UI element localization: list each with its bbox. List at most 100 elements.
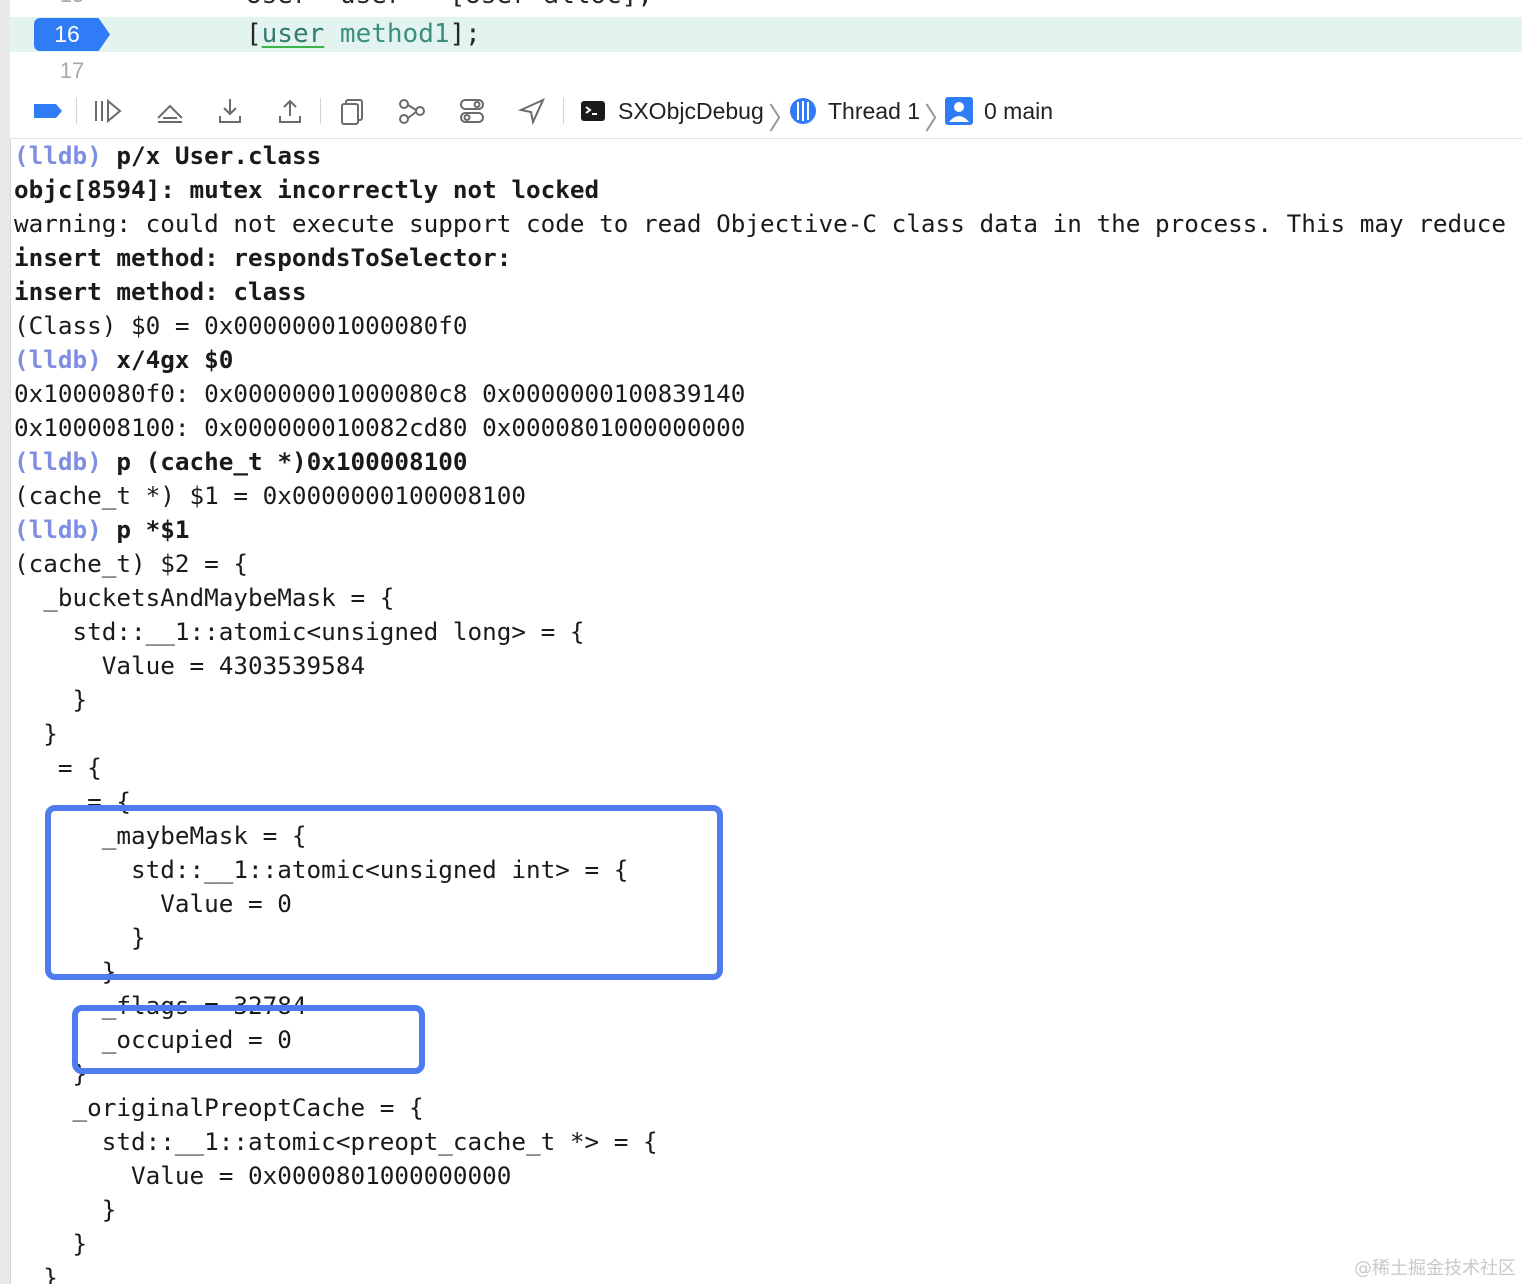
terminal-icon: [581, 101, 605, 121]
code-line-17: 17: [10, 54, 1522, 88]
code-open-bracket: [: [246, 19, 262, 49]
console-line-text: 0x1000080f0: 0x00000001000080c8 0x000000…: [14, 379, 746, 408]
console-line-text: _maybeMask = {: [14, 821, 307, 850]
target-label: SXObjcDebug: [618, 97, 764, 124]
breakpoint-toggle-icon[interactable]: [30, 94, 66, 128]
console-line: }: [14, 1193, 117, 1227]
console-line-text: }: [14, 1263, 58, 1284]
console-line: warning: could not execute support code …: [14, 207, 1506, 241]
console-line: = {: [14, 751, 102, 785]
watermark: @稀土掘金技术社区: [1354, 1258, 1516, 1279]
console-line: (cache_t) $2 = {: [14, 547, 248, 581]
code-text: User *user = [User alloc];: [246, 0, 653, 12]
console-line: _bucketsAndMaybeMask = {: [14, 581, 394, 615]
thread-label: Thread 1: [828, 97, 921, 124]
console-line-text: insert method: respondsToSelector:: [14, 243, 512, 272]
console-line-text: (cache_t) $2 = {: [14, 549, 249, 578]
lldb-prompt: (lldb): [14, 345, 102, 374]
code-line-15: 15 User *user = [User alloc];: [10, 0, 1522, 12]
code-close: ];: [449, 19, 481, 49]
console-line: insert method: class: [14, 275, 307, 309]
debug-toolbar: SXObjcDebug 〉 Thread 1 〉 0 main: [10, 84, 1522, 139]
console-line-text: _originalPreoptCache = {: [14, 1093, 424, 1122]
simulate-location-icon[interactable]: [514, 94, 550, 128]
console-line-text: }: [14, 923, 146, 952]
console-line-text: std::__1::atomic<unsigned long> = {: [14, 617, 585, 646]
console-line-text: = {: [14, 787, 132, 816]
target-crumb[interactable]: SXObjcDebug: [580, 92, 764, 130]
console-line: insert method: respondsToSelector:: [14, 241, 511, 275]
toolbar-divider: [563, 98, 564, 124]
console-line: }: [14, 1261, 58, 1284]
line-number: 17: [59, 58, 85, 83]
console-line-text: }: [14, 1229, 88, 1258]
memory-graph-icon[interactable]: [394, 94, 430, 128]
console-line: }: [14, 921, 146, 955]
console-line-text: p (cache_t *)0x100008100: [101, 447, 468, 476]
console-line: _flags = 32784: [14, 989, 307, 1023]
console-line-text: Value = 0x0000801000000000: [14, 1161, 512, 1190]
console-line-text: Value = 0: [14, 889, 292, 918]
console-line-text: }: [14, 685, 88, 714]
source-editor[interactable]: 15 User *user = [User alloc]; 16 [user m…: [10, 0, 1522, 85]
lldb-console[interactable]: (lldb) p/x User.class objc[8594]: mutex i…: [10, 139, 1522, 1284]
console-line: }: [14, 1057, 88, 1091]
lldb-prompt: (lldb): [14, 141, 102, 170]
console-line: (Class) $0 = 0x00000001000080f0: [14, 309, 467, 343]
console-line: (lldb) p *$1: [14, 513, 190, 547]
console-line-text: warning: could not execute support code …: [14, 209, 1507, 238]
lldb-prompt: (lldb): [14, 447, 102, 476]
console-line-text: 0x100008100: 0x000000010082cd80 0x000080…: [14, 413, 746, 442]
console-line: }: [14, 683, 88, 717]
console-line-text: objc[8594]: mutex incorrectly not locked: [14, 175, 600, 204]
step-out-icon[interactable]: [272, 94, 308, 128]
console-line-text: x/4gx $0: [101, 345, 234, 374]
breakpoint-marker[interactable]: 16: [34, 18, 110, 51]
breakpoint-line-number: 16: [54, 21, 80, 47]
console-line: _originalPreoptCache = {: [14, 1091, 424, 1125]
console-line: 0x100008100: 0x000000010082cd80 0x000080…: [14, 411, 745, 445]
console-line-text: std::__1::atomic<preopt_cache_t *> = {: [14, 1127, 658, 1156]
console-line: std::__1::atomic<preopt_cache_t *> = {: [14, 1125, 658, 1159]
console-line: }: [14, 1227, 88, 1261]
frame-label: 0 main: [984, 97, 1054, 124]
environment-overrides-icon[interactable]: [454, 94, 490, 128]
console-line: = {: [14, 785, 131, 819]
console-line: Value = 4303539584: [14, 649, 365, 683]
thread-icon: [790, 98, 816, 124]
thread-crumb[interactable]: Thread 1: [788, 92, 920, 130]
continue-icon[interactable]: [90, 94, 126, 128]
step-into-icon[interactable]: [212, 94, 248, 128]
console-line: (lldb) p (cache_t *)0x100008100: [14, 445, 467, 479]
console-line: 0x1000080f0: 0x00000001000080c8 0x000000…: [14, 377, 745, 411]
console-line: (lldb) p/x User.class: [14, 139, 321, 173]
console-line: _maybeMask = {: [14, 819, 307, 853]
user-frame-icon: [945, 97, 973, 125]
console-line-text: insert method: class: [14, 277, 307, 306]
line-number: 15: [32, 0, 112, 12]
console-line: std::__1::atomic<unsigned long> = {: [14, 615, 585, 649]
lldb-prompt: (lldb): [14, 515, 102, 544]
console-line: (cache_t *) $1 = 0x0000000100008100: [14, 479, 526, 513]
toolbar-divider: [320, 98, 321, 124]
console-line-text: }: [14, 957, 117, 986]
console-line-text: (Class) $0 = 0x00000001000080f0: [14, 311, 468, 340]
console-line: }: [14, 955, 117, 989]
console-line-text: }: [14, 1059, 88, 1088]
console-line-text: Value = 4303539584: [14, 651, 366, 680]
frame-crumb[interactable]: 0 main: [944, 92, 1053, 130]
step-over-icon[interactable]: [152, 94, 188, 128]
console-line-text: p/x User.class: [101, 141, 322, 170]
console-line: _occupied = 0: [14, 1023, 292, 1057]
console-line: (lldb) x/4gx $0: [14, 343, 233, 377]
code-identifier-user: user: [261, 19, 325, 49]
console-line-text: }: [14, 719, 58, 748]
console-line-text: p *$1: [101, 515, 190, 544]
console-line: Value = 0: [14, 887, 292, 921]
console-line: objc[8594]: mutex incorrectly not locked: [14, 173, 599, 207]
console-line-text: _occupied = 0: [14, 1025, 292, 1054]
code-text: [user method1];: [246, 17, 481, 51]
view-hierarchy-icon[interactable]: [334, 94, 370, 128]
console-line-text: _bucketsAndMaybeMask = {: [14, 583, 395, 612]
code-method-name: method1: [324, 19, 450, 49]
